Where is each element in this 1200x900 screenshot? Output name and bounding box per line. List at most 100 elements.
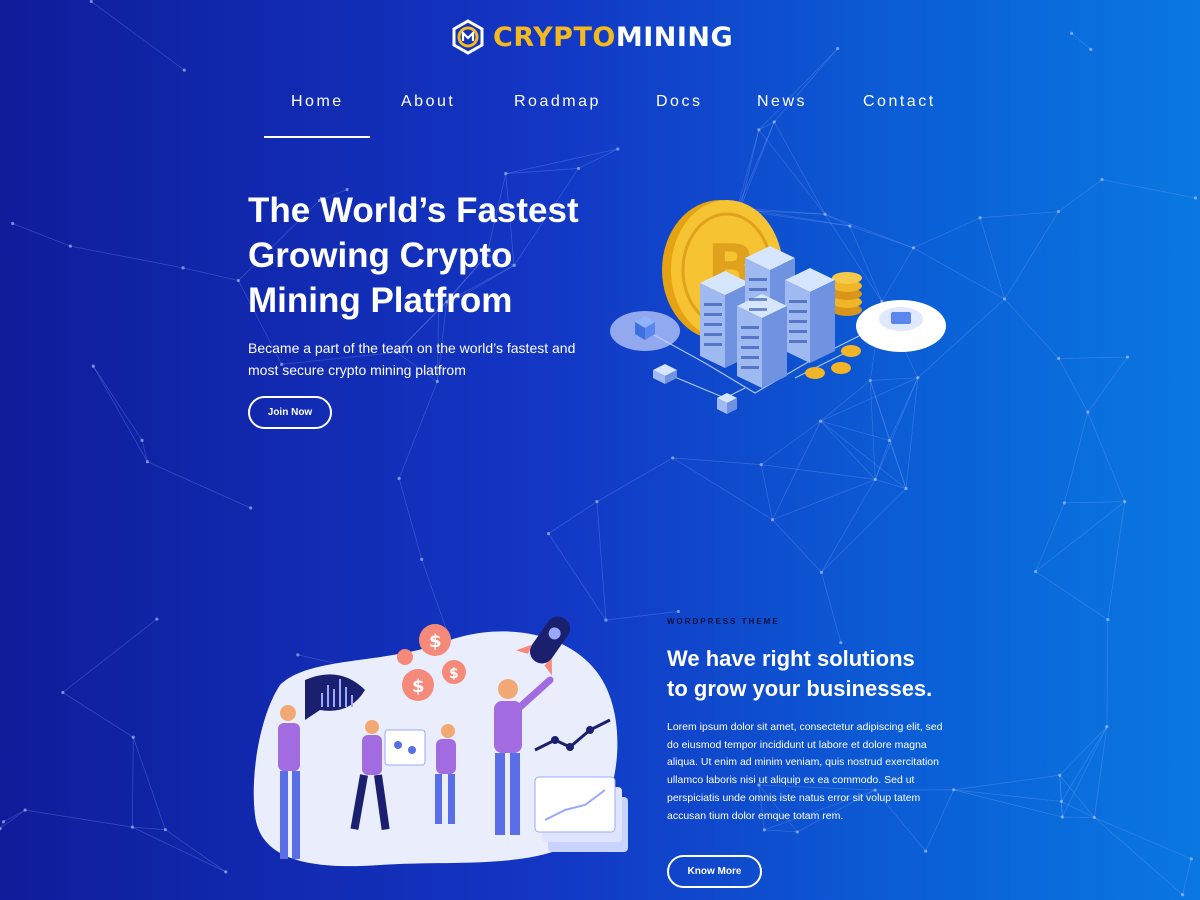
network-line — [1094, 817, 1183, 896]
network-line — [182, 267, 239, 281]
site-logo[interactable]: CRYPTOMINING — [451, 19, 733, 55]
network-line — [1035, 502, 1065, 572]
network-line — [132, 737, 166, 830]
network-node — [140, 438, 144, 442]
network-node — [1034, 570, 1038, 574]
network-line — [761, 464, 876, 480]
network-node — [762, 828, 766, 832]
network-line — [1004, 211, 1059, 300]
section-title: We have right solutions to grow your bus… — [667, 646, 933, 701]
nav-item-home[interactable]: Home — [291, 93, 344, 111]
network-line — [1059, 726, 1108, 776]
nav-active-underline — [264, 136, 370, 138]
network-line — [980, 211, 1059, 219]
network-line — [875, 479, 907, 489]
network-line — [1061, 801, 1095, 818]
network-line — [760, 464, 773, 520]
network-line — [92, 365, 143, 441]
network-node — [1056, 210, 1061, 214]
network-line — [548, 501, 598, 534]
network-line — [398, 478, 423, 560]
network-line — [979, 217, 1005, 300]
section-body-text: Lorem ipsum dolor sit amet, consectetur … — [667, 721, 943, 822]
network-node — [1125, 355, 1130, 359]
network-line — [772, 420, 822, 520]
network-node — [1086, 410, 1090, 414]
network-line — [91, 1, 185, 71]
network-line — [165, 829, 226, 873]
network-line — [1101, 179, 1196, 199]
network-node — [1, 820, 6, 824]
network-node — [1123, 500, 1127, 504]
network-line — [1062, 816, 1095, 818]
hero-subtitle: Became a part of the team on the world’s… — [248, 340, 576, 378]
network-line — [821, 488, 907, 573]
bitcoin-server-racks-illustration: B — [610, 200, 946, 414]
network-line — [62, 618, 158, 693]
network-node — [155, 617, 159, 621]
network-node — [91, 364, 95, 368]
network-line — [1061, 726, 1108, 818]
network-node — [68, 244, 72, 248]
network-line — [953, 789, 1062, 802]
network-node — [819, 570, 824, 574]
network-line — [25, 809, 133, 828]
network-node — [181, 266, 185, 270]
network-node — [1106, 618, 1110, 622]
network-node — [770, 518, 775, 522]
nav-item-about[interactable]: About — [401, 93, 455, 111]
network-node — [1189, 857, 1193, 861]
network-line — [1107, 501, 1126, 620]
network-node — [23, 808, 27, 812]
network-line — [1087, 356, 1128, 413]
nav-item-contact[interactable]: Contact — [863, 93, 936, 111]
network-line — [1058, 356, 1128, 359]
network-line — [672, 457, 762, 466]
network-node — [224, 870, 228, 874]
network-node — [1070, 31, 1074, 35]
network-node — [130, 825, 134, 829]
network-node — [1060, 815, 1064, 819]
network-node — [145, 460, 150, 464]
nav-item-roadmap[interactable]: Roadmap — [514, 93, 601, 111]
network-line — [141, 440, 148, 462]
logo-text-accent: CRYPTO — [493, 21, 616, 53]
network-node — [131, 735, 135, 739]
network-line — [62, 692, 134, 738]
network-node — [1100, 177, 1104, 182]
network-node — [576, 166, 581, 171]
network-line — [764, 829, 798, 833]
nav-item-news[interactable]: News — [757, 93, 807, 111]
network-line — [953, 789, 1063, 818]
network-line — [1061, 726, 1108, 802]
network-line — [1035, 501, 1125, 572]
hexagon-coin-logo-icon — [452, 19, 484, 55]
network-line — [1093, 726, 1108, 818]
network-line — [596, 457, 673, 502]
svg-text:$: $ — [429, 631, 442, 652]
network-line — [953, 774, 1060, 791]
network-line — [1064, 501, 1125, 504]
network-line — [1071, 33, 1092, 50]
network-node — [1105, 725, 1109, 729]
network-node — [504, 172, 508, 176]
network-line — [12, 223, 71, 247]
know-more-button[interactable]: Know More — [667, 855, 762, 888]
logo-text-rest: MINING — [615, 21, 734, 53]
network-node — [1092, 815, 1096, 820]
network-node — [904, 486, 908, 491]
network-node — [10, 221, 15, 226]
network-line — [0, 809, 26, 830]
section-eyebrow: WORDPRESS THEME — [667, 617, 780, 626]
network-node — [420, 557, 424, 561]
network-line — [1063, 411, 1089, 503]
nav-item-docs[interactable]: Docs — [656, 93, 702, 111]
network-line — [1106, 619, 1109, 727]
network-line — [1058, 179, 1103, 212]
network-node — [595, 500, 599, 504]
network-line — [1094, 817, 1192, 860]
network-node — [249, 506, 253, 510]
join-now-button[interactable]: Join Now — [248, 396, 332, 429]
network-node — [616, 147, 620, 151]
network-node — [676, 609, 680, 614]
